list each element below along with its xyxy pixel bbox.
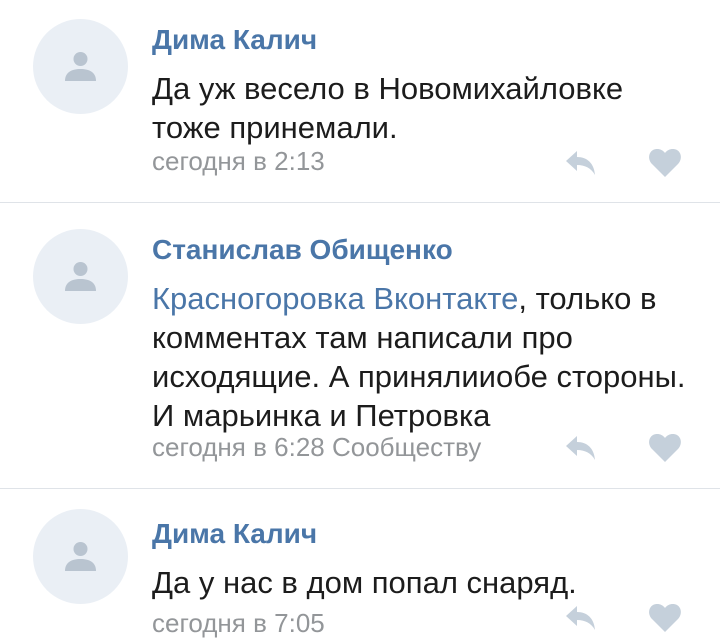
comment-author[interactable]: Станислав Обищенко xyxy=(152,232,700,268)
comment-timestamp: сегодня в 2:13 xyxy=(152,146,325,176)
comment-body: Дима Калич Да у нас в дом попал снаряд. xyxy=(152,516,700,602)
user-silhouette-icon xyxy=(65,262,96,291)
comments-feed: Дима Калич Да уж весело в Новомихайловке… xyxy=(0,0,720,643)
reply-arrow-icon[interactable] xyxy=(563,148,597,178)
avatar[interactable] xyxy=(33,19,128,114)
user-silhouette-icon xyxy=(65,52,96,81)
user-silhouette-icon xyxy=(65,542,96,571)
comment-timestamp: сегодня в 6:28 Сообществу xyxy=(152,432,482,462)
heart-icon[interactable] xyxy=(648,433,682,463)
comment-text: Да у нас в дом попал снаряд. xyxy=(152,565,577,600)
comment-item: Дима Калич Да уж весело в Новомихайловке… xyxy=(0,0,720,203)
comment-author[interactable]: Дима Калич xyxy=(152,516,700,552)
mention-link[interactable]: Красногоровка Вконтакте xyxy=(152,281,518,316)
comment-body: Станислав Обищенко Красногоровка Вконтак… xyxy=(152,232,700,435)
reply-arrow-icon[interactable] xyxy=(563,603,597,633)
heart-icon[interactable] xyxy=(648,603,682,633)
comment-text: Красногоровка Вконтакте, только в коммен… xyxy=(152,279,700,435)
avatar[interactable] xyxy=(33,229,128,324)
comment-item: Дима Калич Да у нас в дом попал снаряд. … xyxy=(0,489,720,643)
comment-timestamp: сегодня в 7:05 xyxy=(152,608,325,638)
comment-author[interactable]: Дима Калич xyxy=(152,22,700,58)
comment-text: Да уж весело в Новомихайловке тоже прине… xyxy=(152,71,624,145)
comment-body: Дима Калич Да уж весело в Новомихайловке… xyxy=(152,22,700,147)
avatar[interactable] xyxy=(33,509,128,604)
comment-item: Станислав Обищенко Красногоровка Вконтак… xyxy=(0,203,720,489)
reply-arrow-icon[interactable] xyxy=(563,433,597,463)
heart-icon[interactable] xyxy=(648,148,682,178)
